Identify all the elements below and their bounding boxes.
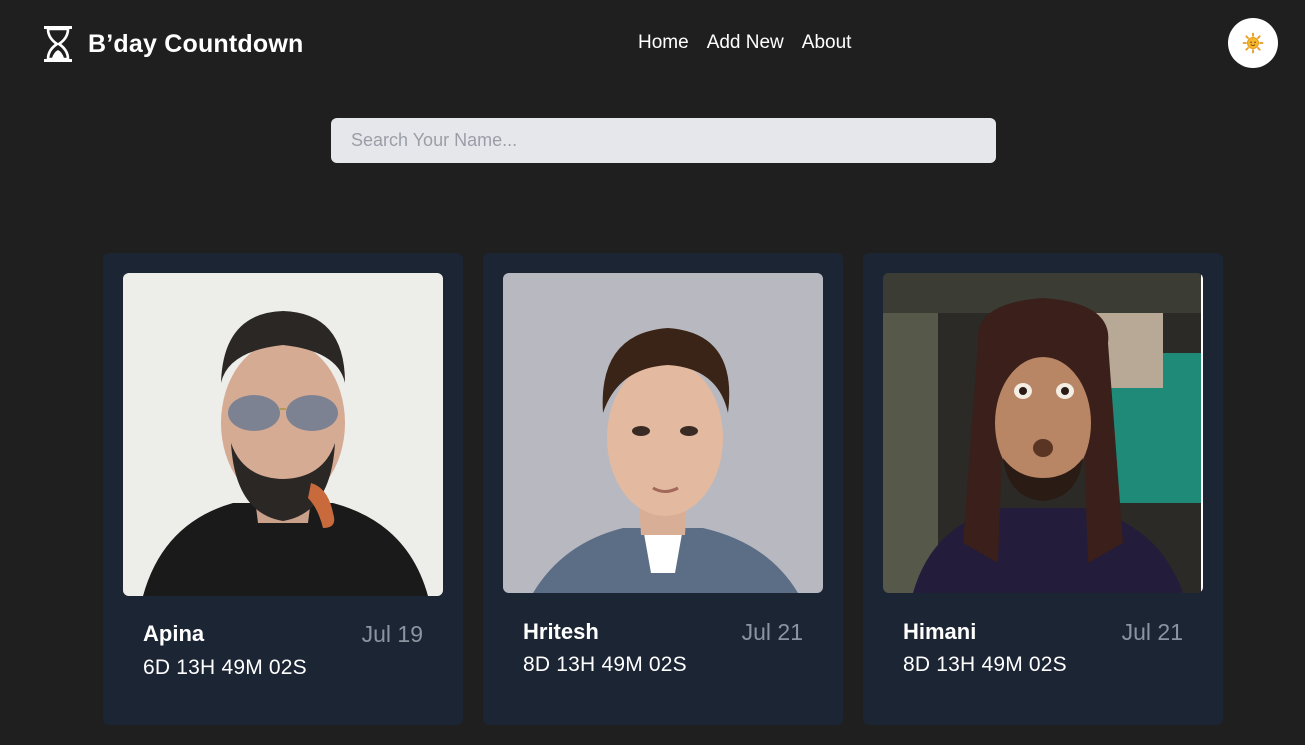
profile-photo: [503, 273, 823, 593]
birthday-card[interactable]: Apina Jul 19 6D 13H 49M 02S: [103, 253, 463, 725]
profile-photo: [883, 273, 1203, 593]
header: B’day Countdown Home Add New About: [0, 0, 1305, 90]
birthday-card[interactable]: Himani Jul 21 8D 13H 49M 02S: [863, 253, 1223, 725]
card-date: Jul 19: [361, 621, 423, 647]
card-date: Jul 21: [1121, 619, 1183, 645]
card-countdown: 8D 13H 49M 02S: [523, 653, 687, 676]
hourglass-icon: [44, 26, 72, 62]
nav-home-link[interactable]: Home: [638, 32, 689, 54]
search-input[interactable]: [331, 118, 996, 163]
profile-photo: [123, 273, 443, 596]
card-name: Himani: [903, 619, 977, 644]
nav-add-new-link[interactable]: Add New: [707, 32, 784, 54]
nav-about-link[interactable]: About: [802, 32, 852, 54]
card-countdown: 8D 13H 49M 02S: [903, 653, 1067, 676]
main-nav: Home Add New About: [638, 32, 851, 54]
brand-logo-link[interactable]: B’day Countdown: [42, 24, 303, 64]
card-name: Hritesh: [523, 619, 599, 644]
sun-icon: [1242, 32, 1264, 54]
birthday-card[interactable]: Hritesh Jul 21 8D 13H 49M 02S: [483, 253, 843, 725]
theme-toggle-button[interactable]: [1228, 18, 1278, 68]
card-date: Jul 21: [741, 619, 803, 645]
birthday-card-list: Apina Jul 19 6D 13H 49M 02S Hritesh Jul …: [103, 253, 1223, 725]
app-title: B’day Countdown: [88, 29, 304, 58]
card-countdown: 6D 13H 49M 02S: [143, 656, 307, 679]
card-name: Apina: [143, 621, 205, 646]
